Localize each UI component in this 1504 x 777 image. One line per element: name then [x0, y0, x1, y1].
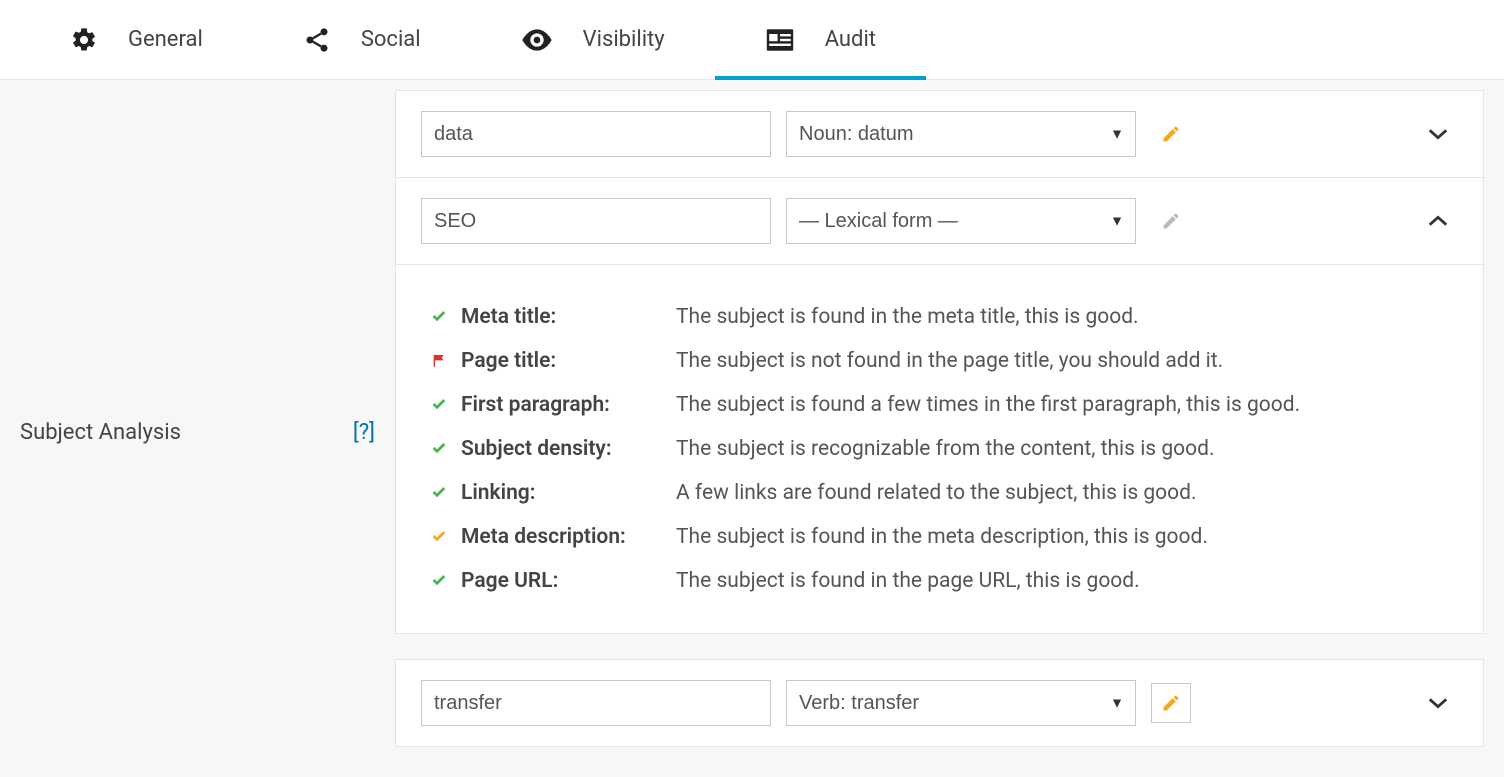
tab-label: Audit	[825, 27, 876, 52]
pencil-icon	[1161, 693, 1181, 713]
id-card-icon	[765, 28, 795, 52]
edit-button[interactable]	[1151, 201, 1191, 241]
analysis-label: Meta description:	[461, 525, 676, 549]
tab-visibility[interactable]: Visibility	[471, 0, 715, 79]
analysis-label: Subject density:	[461, 437, 676, 461]
subject-lexical-select[interactable]: Verb: transfer	[786, 680, 1136, 726]
analysis-message: The subject is recognizable from the con…	[676, 437, 1448, 461]
analysis-row: Meta description:The subject is found in…	[431, 515, 1448, 559]
content-area: Noun: datum ▼ — Lexical form —	[395, 90, 1504, 747]
check-icon	[431, 484, 461, 500]
eye-icon	[521, 29, 553, 51]
edit-button[interactable]	[1151, 683, 1191, 723]
analysis-label: Linking:	[461, 481, 676, 505]
subject-keyword-input[interactable]	[421, 111, 771, 157]
edit-button[interactable]	[1151, 114, 1191, 154]
check-icon	[431, 308, 461, 324]
tab-label: General	[128, 27, 203, 52]
check-icon	[431, 396, 461, 412]
share-icon	[303, 26, 331, 54]
analysis-row: Meta title:The subject is found in the m…	[431, 295, 1448, 339]
analysis-row: Linking:A few links are found related to…	[431, 471, 1448, 515]
help-link[interactable]: [?]	[353, 420, 375, 445]
analysis-list: Meta title:The subject is found in the m…	[395, 265, 1484, 634]
check-icon	[431, 528, 461, 544]
subject-panel: Verb: transfer ▼	[395, 659, 1484, 747]
check-icon	[431, 572, 461, 588]
subject-panel: — Lexical form — ▼	[395, 178, 1484, 265]
analysis-message: The subject is found in the page URL, th…	[676, 569, 1448, 593]
analysis-label: Meta title:	[461, 305, 676, 329]
chevron-down-icon	[1427, 127, 1449, 141]
subject-lexical-select[interactable]: — Lexical form —	[786, 198, 1136, 244]
analysis-row: Page title:The subject is not found in t…	[431, 339, 1448, 383]
tab-general[interactable]: General	[20, 0, 253, 79]
analysis-message: The subject is not found in the page tit…	[676, 349, 1448, 373]
analysis-row: First paragraph:The subject is found a f…	[431, 383, 1448, 427]
expand-button[interactable]	[1418, 114, 1458, 154]
pencil-icon	[1161, 124, 1181, 144]
chevron-down-icon	[1427, 696, 1449, 710]
analysis-row: Subject density:The subject is recogniza…	[431, 427, 1448, 471]
analysis-message: A few links are found related to the sub…	[676, 481, 1448, 505]
gear-icon	[70, 26, 98, 54]
tab-label: Visibility	[583, 27, 665, 52]
section-title: Subject Analysis	[20, 420, 181, 445]
analysis-label: Page URL:	[461, 569, 676, 593]
subject-lexical-select[interactable]: Noun: datum	[786, 111, 1136, 157]
analysis-message: The subject is found in the meta descrip…	[676, 525, 1448, 549]
tab-audit[interactable]: Audit	[715, 0, 926, 79]
analysis-label: Page title:	[461, 349, 676, 373]
flag-icon	[431, 352, 461, 370]
check-icon	[431, 440, 461, 456]
subject-panel: Noun: datum ▼	[395, 90, 1484, 178]
collapse-button[interactable]	[1418, 201, 1458, 241]
pencil-icon	[1161, 211, 1181, 231]
analysis-label: First paragraph:	[461, 393, 676, 417]
expand-button[interactable]	[1418, 683, 1458, 723]
analysis-message: The subject is found in the meta title, …	[676, 305, 1448, 329]
subject-keyword-input[interactable]	[421, 198, 771, 244]
subject-keyword-input[interactable]	[421, 680, 771, 726]
tab-label: Social	[361, 27, 421, 52]
tab-bar: General Social Visibility Audit	[0, 0, 1504, 80]
sidebar: Subject Analysis [?]	[0, 90, 395, 747]
analysis-row: Page URL:The subject is found in the pag…	[431, 559, 1448, 603]
chevron-up-icon	[1427, 214, 1449, 228]
tab-social[interactable]: Social	[253, 0, 471, 79]
analysis-message: The subject is found a few times in the …	[676, 393, 1448, 417]
